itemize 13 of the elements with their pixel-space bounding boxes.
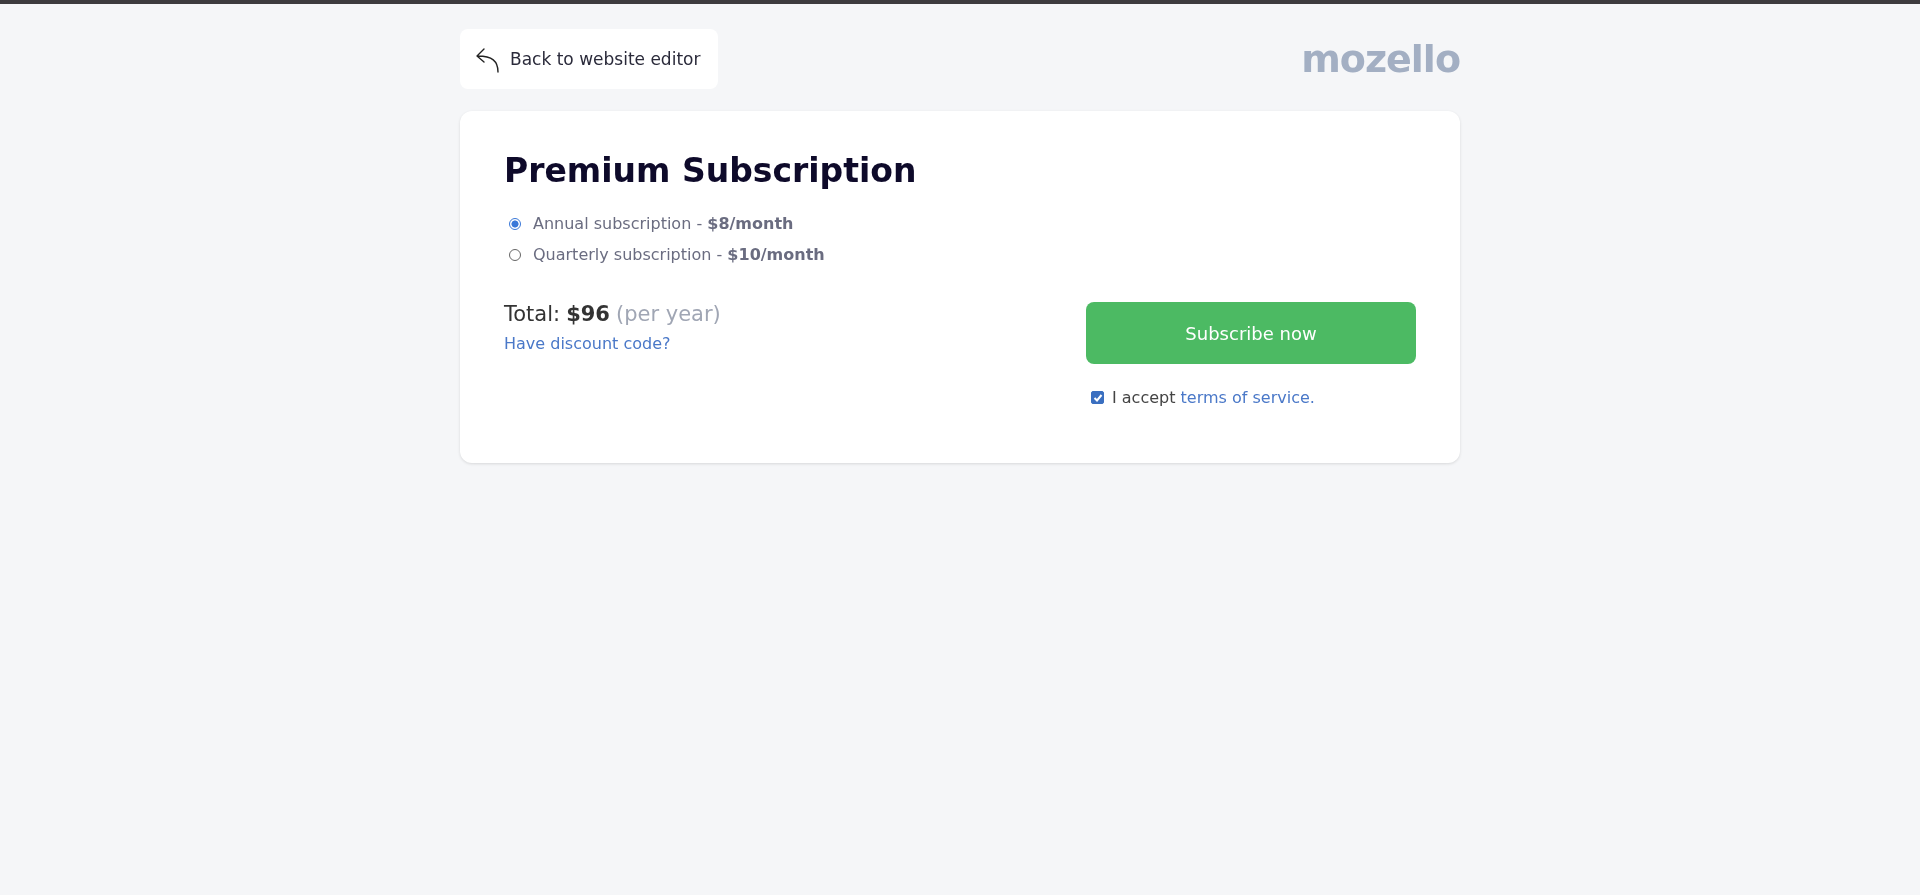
discount-code-link[interactable]: Have discount code? [504, 334, 671, 353]
plan-option[interactable]: Annual subscription - $8/month [509, 214, 1416, 233]
logo: mozello [1301, 37, 1460, 81]
total-period: (per year) [615, 302, 721, 326]
checkbox[interactable] [1091, 391, 1104, 404]
card-title: Premium Subscription [504, 151, 918, 190]
total-amount: $96 [566, 302, 610, 326]
terms-link[interactable]: terms of service. [1180, 388, 1315, 407]
plan-option[interactable]: Quarterly subscription - $10/month [509, 245, 1416, 264]
radio-button[interactable] [509, 217, 521, 230]
back-button[interactable]: Back to website editor [460, 29, 719, 89]
terms-text: I accept terms of service. [1112, 388, 1315, 407]
total-label: Total: [504, 302, 561, 326]
